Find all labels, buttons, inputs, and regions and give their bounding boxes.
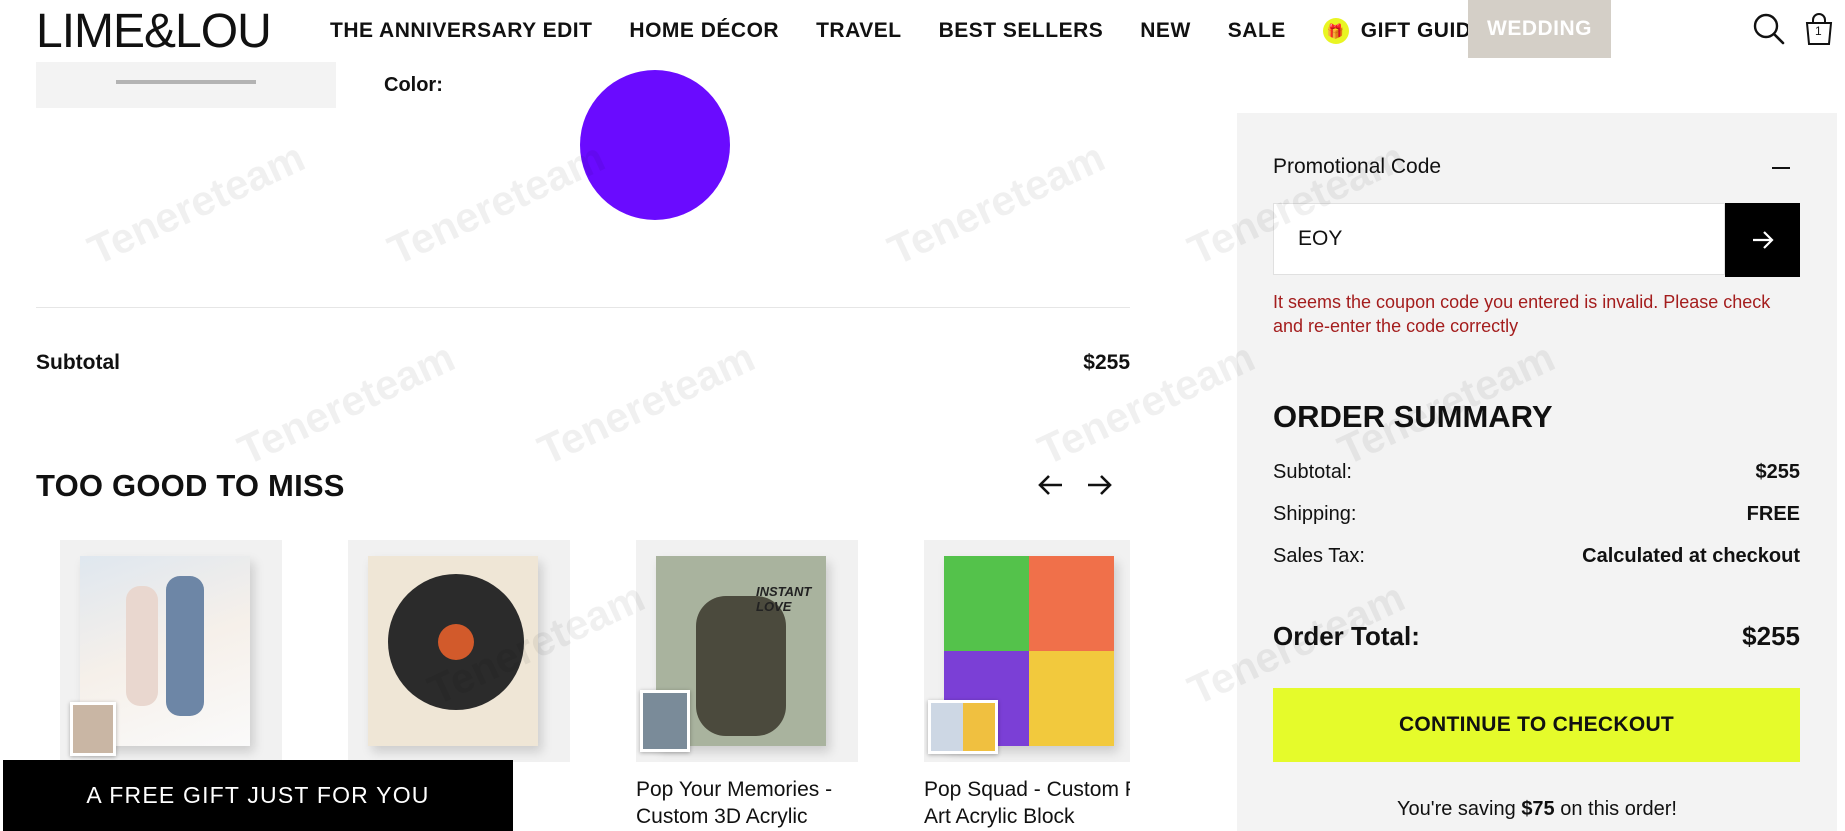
watermark: Tenereteam [80, 133, 312, 275]
nav-new[interactable]: NEW [1140, 0, 1191, 62]
cart-count: 1 [1815, 24, 1822, 38]
collapse-icon[interactable] [1772, 167, 1790, 169]
nav-best-sellers[interactable]: BEST SELLERS [939, 0, 1104, 62]
nav-home-decor[interactable]: HOME DÉCOR [629, 0, 779, 62]
watermark: Tenereteam [380, 133, 612, 275]
divider [36, 307, 1130, 308]
promo-code-label: Promotional Code [1273, 155, 1442, 178]
summary-shipping-label: Shipping: [1273, 503, 1357, 525]
summary-subtotal-label: Subtotal: [1273, 461, 1352, 483]
nav-travel[interactable]: TRAVEL [816, 0, 901, 62]
product-card[interactable] [60, 540, 310, 776]
promo-error-message: It seems the coupon code you entered is … [1273, 292, 1771, 336]
nav-sale[interactable]: SALE [1228, 0, 1286, 62]
watermark: Tenereteam [230, 333, 462, 475]
nav-anniversary-edit[interactable]: THE ANNIVERSARY EDIT [330, 0, 592, 62]
nav-gift-guide[interactable]: 🎁 GIFT GUIDE [1322, 0, 1486, 62]
continue-to-checkout-button[interactable]: CONTINUE TO CHECKOUT [1273, 688, 1800, 762]
product-card[interactable]: INSTANT LOVE Pop Your Memories - Custom … [636, 540, 886, 830]
product-title[interactable]: Pop Your Memories - Custom 3D Acrylic [636, 776, 886, 830]
watermark: Tenereteam [530, 333, 762, 475]
summary-tax-value: Calculated at checkout [1582, 545, 1800, 567]
order-total-row: Order Total: $255 [1273, 621, 1800, 652]
summary-shipping-row: Shipping: FREE [1273, 503, 1800, 526]
order-summary-title: ORDER SUMMARY [1273, 399, 1553, 434]
color-label: Color: [384, 74, 443, 96]
carousel-next-button[interactable] [1083, 470, 1115, 500]
arrow-right-icon [1752, 231, 1774, 249]
savings-message: You're saving $75 on this order! [1237, 798, 1837, 821]
watermark: Tenereteam [880, 133, 1112, 275]
free-gift-banner[interactable]: A FREE GIFT JUST FOR YOU [3, 760, 513, 831]
savings-prefix: You're saving [1397, 798, 1516, 820]
color-swatch [580, 70, 730, 220]
summary-subtotal-row: Subtotal: $255 [1273, 461, 1800, 484]
product-title[interactable]: Pop Squad - Custom Pop Art Acrylic Block [924, 776, 1130, 830]
savings-amount: $75 [1521, 798, 1555, 820]
logo[interactable]: LIME&LOU [36, 6, 272, 58]
gift-icon: 🎁 [1322, 18, 1349, 44]
savings-suffix: on this order! [1560, 798, 1677, 820]
site-header: LIME&LOU THE ANNIVERSARY EDIT HOME DÉCOR… [0, 0, 1845, 62]
cart-item-thumbnail [36, 62, 336, 108]
summary-subtotal-value: $255 [1755, 461, 1801, 483]
summary-shipping-value: FREE [1746, 503, 1800, 525]
product-image[interactable]: INSTANT LOVE [636, 540, 858, 762]
arrow-right-icon [1088, 475, 1112, 495]
summary-tax-label: Sales Tax: [1273, 545, 1365, 567]
promo-code-input[interactable] [1273, 203, 1725, 275]
carousel-prev-button[interactable] [1035, 470, 1067, 500]
product-image[interactable] [348, 540, 570, 762]
watermark: Tenereteam [1030, 333, 1262, 475]
cart-icon[interactable]: 1 [1802, 12, 1836, 46]
order-total-value: $255 [1742, 621, 1800, 651]
section-title: TOO GOOD TO MISS [36, 468, 345, 503]
order-panel: Promotional Code It seems the coupon cod… [1237, 113, 1837, 831]
main-nav: THE ANNIVERSARY EDIT HOME DÉCOR TRAVEL B… [330, 0, 1523, 62]
search-icon[interactable] [1752, 12, 1786, 46]
product-image[interactable] [60, 540, 282, 762]
order-total-label: Order Total: [1273, 621, 1420, 651]
product-card[interactable]: Pop Squad - Custom Pop Art Acrylic Block [924, 540, 1130, 830]
subtotal-value: $255 [1083, 351, 1130, 374]
subtotal-label: Subtotal [36, 351, 120, 374]
nav-wedding[interactable]: WEDDING [1468, 0, 1611, 58]
apply-promo-button[interactable] [1725, 203, 1800, 277]
arrow-left-icon [1038, 475, 1062, 495]
summary-tax-row: Sales Tax: Calculated at checkout [1273, 545, 1800, 568]
product-image[interactable] [924, 540, 1130, 762]
